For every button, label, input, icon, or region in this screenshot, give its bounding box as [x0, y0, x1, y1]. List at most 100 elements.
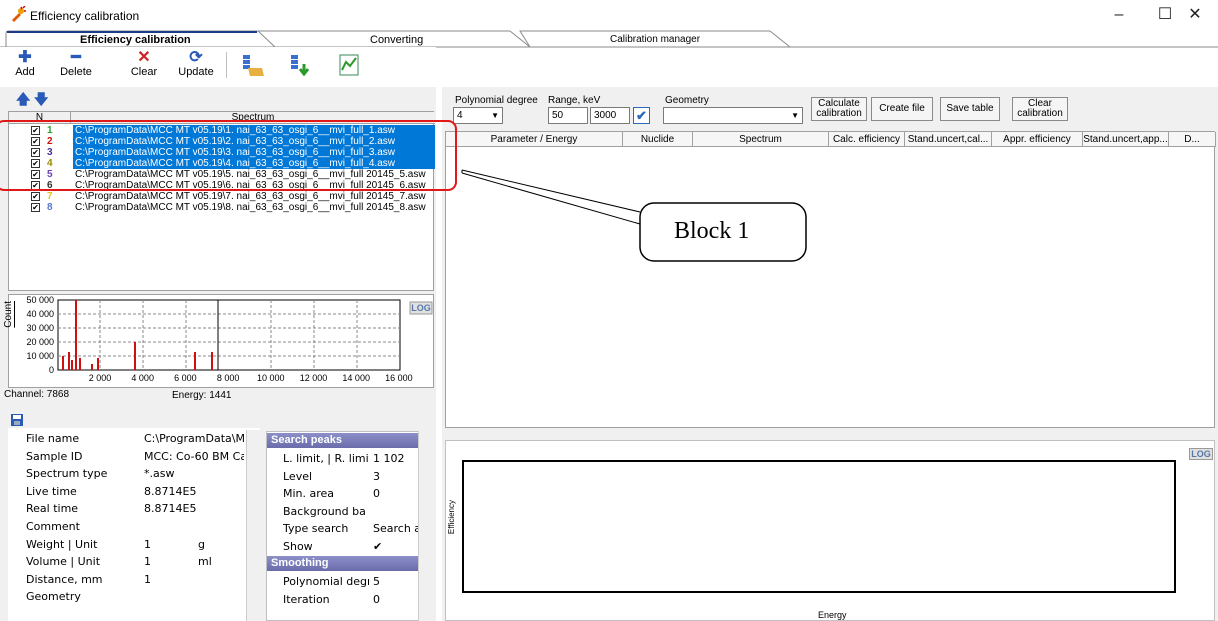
delete-button[interactable]: ━ Delete [58, 50, 94, 79]
list-item[interactable]: ✔ 2 C:\ProgramData\MCC MT v05.19\2. nai_63… [9, 136, 435, 147]
row-checkbox[interactable]: ✔ [31, 181, 40, 190]
range-checkbox[interactable]: ✔ [633, 107, 650, 124]
smoothing-param-value[interactable]: 5 [373, 573, 380, 590]
save-icon[interactable] [10, 413, 24, 427]
log-toggle-efficiency[interactable]: LOG [1189, 448, 1213, 460]
list-item[interactable]: ✔ 1 C:\ProgramData\MCC MT v05.19\1. nai_63… [9, 125, 435, 136]
table-header[interactable]: Appr. efficiency [992, 132, 1083, 147]
property-value[interactable] [144, 518, 244, 535]
smoothing-header[interactable]: Smoothing [267, 556, 419, 571]
range-to-input[interactable]: 3000 [590, 107, 630, 124]
y-tick-label: 10 000 [26, 351, 54, 361]
search-param-value[interactable]: ✔ [373, 538, 419, 555]
add-label: Add [15, 66, 35, 78]
energy-readout: Energy: 1441 [172, 390, 232, 401]
update-button[interactable]: ⟳ Update [178, 49, 214, 79]
search-param-value[interactable]: Search ar [373, 520, 419, 537]
range-from-input[interactable]: 50 [548, 107, 588, 124]
property-label: Sample ID [26, 449, 83, 463]
search-param-value[interactable]: 3 [373, 468, 419, 485]
row-checkbox[interactable]: ✔ [31, 170, 40, 179]
row-path: C:\ProgramData\MCC MT v05.19\7. nai_63_6… [75, 191, 426, 202]
property-value[interactable]: 1 [144, 536, 244, 553]
property-label: Real time [26, 502, 79, 516]
list-item[interactable]: ✔ 8 C:\ProgramData\MCC MT v05.19\8. nai_63… [9, 202, 435, 213]
list-item[interactable]: ✔ 7 C:\ProgramData\MCC MT v05.19\7. nai_63… [9, 191, 435, 202]
property-value[interactable]: 8.8714E5 [144, 500, 244, 517]
row-checkbox[interactable]: ✔ [31, 192, 40, 201]
search-param-value[interactable] [373, 503, 419, 520]
properties-scrollbar[interactable] [246, 430, 260, 621]
table-header[interactable]: Spectrum [693, 132, 829, 147]
property-value[interactable]: *.asw [144, 465, 244, 482]
open-folder-icon[interactable] [240, 52, 266, 78]
x-tick-label: 12 000 [300, 373, 328, 383]
minimize-button[interactable]: – [1096, 0, 1142, 30]
search-scrollbar[interactable] [418, 431, 430, 621]
row-checkbox[interactable]: ✔ [31, 126, 40, 135]
list-item[interactable]: ✔ 4 C:\ProgramData\MCC MT v05.19\4. nai_63… [9, 158, 435, 169]
tab-converting[interactable]: Converting [370, 34, 423, 46]
property-value[interactable] [144, 588, 244, 605]
list-item[interactable]: ✔ 3 C:\ProgramData\MCC MT v05.19\3. nai_63… [9, 147, 435, 158]
row-number: 3 [47, 147, 53, 158]
row-checkbox[interactable]: ✔ [31, 148, 40, 157]
callout-label: Block 1 [674, 218, 750, 244]
close-button[interactable]: ✕ [1172, 0, 1218, 30]
delete-label: Delete [60, 66, 92, 78]
table-header[interactable]: Stand.uncert,cal... [905, 132, 992, 147]
plot-area [462, 460, 1176, 593]
smoothing-param-value[interactable]: 0 [373, 591, 380, 608]
list-item[interactable]: ✔ 6 C:\ProgramData\MCC MT v05.19\6. nai_63… [9, 180, 435, 191]
create-file-button[interactable]: Create file [871, 97, 933, 121]
import-icon[interactable] [288, 52, 314, 78]
efficiency-axis-label: Efficiency [447, 500, 456, 535]
search-param-value[interactable]: 0 [373, 485, 419, 502]
calculate-calibration-button[interactable]: Calculate calibration [811, 97, 867, 121]
property-value[interactable]: C:\ProgramData\MCC [144, 430, 244, 447]
x-tick-label: 6 000 [174, 373, 197, 383]
search-peaks-header[interactable]: Search peaks [267, 433, 419, 448]
add-button[interactable]: ✚ Add [12, 50, 38, 79]
calibration-chart-icon[interactable] [336, 52, 362, 78]
search-param-label: Min. area [283, 487, 335, 500]
log-toggle[interactable]: LOG [411, 303, 431, 313]
tab-efficiency-calibration[interactable]: Efficiency calibration [80, 34, 191, 46]
table-header[interactable]: Parameter / Energy [446, 132, 623, 147]
property-unit[interactable]: ml [198, 553, 212, 570]
row-path: C:\ProgramData\MCC MT v05.19\2. nai_63_6… [73, 136, 435, 147]
table-header[interactable]: Stand.uncert,app... [1083, 132, 1169, 147]
property-value[interactable]: 1 [144, 553, 244, 570]
refresh-icon: ⟳ [189, 49, 203, 66]
move-down-icon[interactable]: 🡇 [34, 89, 48, 113]
save-table-button[interactable]: Save table [940, 97, 1000, 121]
energy-axis-label: Energy [818, 610, 847, 620]
column-n[interactable]: N [9, 112, 71, 124]
row-path: C:\ProgramData\MCC MT v05.19\1. nai_63_6… [73, 125, 435, 136]
property-value[interactable]: MCC: Co-60 BM Casc [144, 448, 244, 465]
geometry-select[interactable]: ▼ [663, 107, 803, 124]
move-up-icon[interactable]: 🡅 [16, 89, 30, 113]
row-checkbox[interactable]: ✔ [31, 203, 40, 212]
table-header[interactable]: Nuclide [623, 132, 693, 147]
toolbar-divider [226, 52, 227, 78]
table-header[interactable]: Calc. efficiency [829, 132, 905, 147]
calibration-table: Parameter / Energy Nuclide Spectrum Calc. e… [445, 131, 1216, 428]
row-checkbox[interactable]: ✔ [31, 159, 40, 168]
search-param-value[interactable]: 1 102 [373, 450, 419, 467]
tab-calibration-manager[interactable]: Calibration manager [610, 34, 700, 45]
polynomial-degree-select[interactable]: 4 ▼ [453, 107, 503, 124]
property-unit[interactable]: g [198, 536, 205, 553]
row-checkbox[interactable]: ✔ [31, 137, 40, 146]
list-item[interactable]: ✔ 5 C:\ProgramData\MCC MT v05.19\5. nai_63… [9, 169, 435, 180]
column-spectrum[interactable]: Spectrum [71, 112, 435, 124]
property-value[interactable]: 1 [144, 571, 244, 588]
smoothing-param-label: Iteration [283, 593, 330, 606]
property-value[interactable]: 8.8714E5 [144, 483, 244, 500]
table-header[interactable]: D... [1169, 132, 1216, 147]
row-number: 4 [47, 158, 53, 169]
clear-calibration-button[interactable]: Clear calibration [1012, 97, 1068, 121]
channel-readout: Channel: 7868 [4, 389, 70, 400]
clear-button[interactable]: ✕ Clear [130, 50, 158, 79]
update-label: Update [178, 66, 214, 78]
